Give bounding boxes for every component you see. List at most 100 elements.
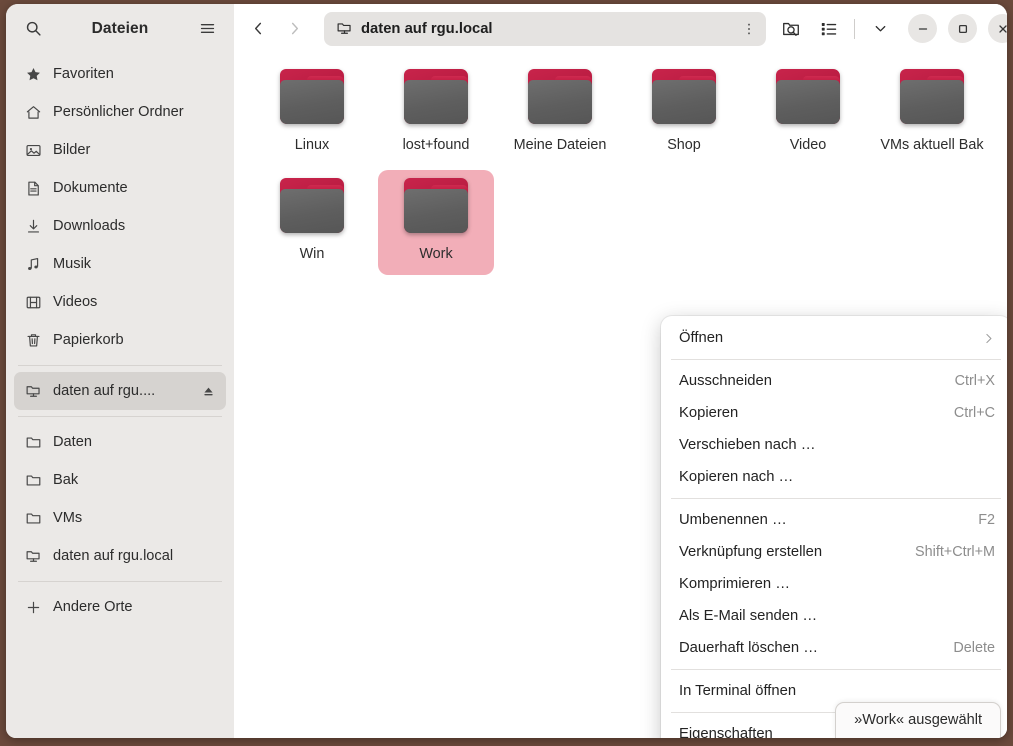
menu-item-label: Komprimieren … <box>679 576 791 592</box>
sidebar-item-dokumente[interactable]: Dokumente <box>14 169 226 207</box>
sidebar-item-label: daten auf rgu.local <box>53 548 174 564</box>
sidebar-item-bilder[interactable]: Bilder <box>14 131 226 169</box>
folder-icon <box>650 69 718 126</box>
menu-item-als-e-mail-senden[interactable]: Als E-Mail senden … <box>661 600 1007 632</box>
chevron-down-icon[interactable] <box>863 13 897 45</box>
path-bar-button[interactable]: daten auf rgu.local <box>324 11 766 46</box>
sidebar-item-vms[interactable]: VMs <box>14 499 226 537</box>
sidebar-item-andere-orte[interactable]: Andere Orte <box>14 588 226 626</box>
file-item[interactable]: Work <box>378 170 494 275</box>
sidebar-separator <box>18 581 222 582</box>
sidebar-item-label: Andere Orte <box>53 599 133 615</box>
file-item-label: lost+found <box>402 137 470 153</box>
close-button[interactable] <box>988 14 1007 43</box>
folder-icon <box>774 69 842 126</box>
file-item[interactable]: VMs aktuell Bak <box>874 61 990 166</box>
menu-item-accelerator: Delete <box>953 640 995 656</box>
folder-icon <box>24 433 42 451</box>
hamburger-menu-icon[interactable] <box>194 16 220 42</box>
folder-icon <box>402 69 470 126</box>
file-grid: Linux lost+found Meine Dateien Shop Video VMs… <box>254 61 1001 275</box>
file-item[interactable]: Shop <box>626 61 742 166</box>
menu-item-label: Kopieren nach … <box>679 469 794 485</box>
folder-icon <box>24 471 42 489</box>
sidebar-item-bak[interactable]: Bak <box>14 461 226 499</box>
menu-item-accelerator: Ctrl+C <box>953 405 995 421</box>
menu-item-label: In Terminal öffnen <box>679 683 797 699</box>
film-icon <box>24 293 42 311</box>
sidebar-header: Dateien <box>6 4 234 53</box>
folder-icon <box>278 178 346 235</box>
sidebar-item-pers-nlicher-ordner[interactable]: Persönlicher Ordner <box>14 93 226 131</box>
menu-item-accelerator: Shift+Ctrl+M <box>915 544 995 560</box>
sidebar-item-label: daten auf rgu.... <box>53 383 156 399</box>
menu-item-label: Dauerhaft löschen … <box>679 640 819 656</box>
content-area: daten auf rgu.local Linux lost+found Mei… <box>234 4 1007 738</box>
forward-button[interactable] <box>278 13 310 45</box>
folder-search-icon[interactable] <box>774 13 808 45</box>
sidebar-item-daten-auf-rgu-local[interactable]: daten auf rgu.local <box>14 537 226 575</box>
sidebar-item-videos[interactable]: Videos <box>14 283 226 321</box>
context-menu[interactable]: Öffnen Ausschneiden Ctrl+X Kopieren Ctrl+C Ve… <box>661 316 1007 738</box>
file-item[interactable]: Win <box>254 170 370 275</box>
document-icon <box>24 179 42 197</box>
menu-separator <box>671 669 1001 670</box>
folder-icon <box>24 509 42 527</box>
sidebar-place-list: Favoriten Persönlicher Ordner Bilder Dokume… <box>6 53 234 738</box>
menu-item-ausschneiden[interactable]: Ausschneiden Ctrl+X <box>661 365 1007 397</box>
sidebar-title: Dateien <box>91 19 149 37</box>
back-button[interactable] <box>242 13 274 45</box>
menu-item-verknüpfung-erstellen[interactable]: Verknüpfung erstellen Shift+Ctrl+M <box>661 536 1007 568</box>
minimize-button[interactable] <box>908 14 937 43</box>
menu-item-accelerator: F2 <box>978 512 995 528</box>
sidebar-item-daten[interactable]: Daten <box>14 423 226 461</box>
sidebar-item-label: Dokumente <box>53 180 128 196</box>
sidebar-item-label: Musik <box>53 256 92 272</box>
sidebar-item-label: Downloads <box>53 218 126 234</box>
menu-item-kopieren-nach[interactable]: Kopieren nach … <box>661 461 1007 493</box>
sidebar-item-daten-auf-rgu[interactable]: daten auf rgu.... <box>14 372 226 410</box>
menu-item-dauerhaft-löschen[interactable]: Dauerhaft löschen … Delete <box>661 632 1007 664</box>
sidebar-item-label: Daten <box>53 434 92 450</box>
sidebar-item-downloads[interactable]: Downloads <box>14 207 226 245</box>
menu-item-label: Kopieren <box>679 405 739 421</box>
desktop-background: Dateien Favoriten Persönlicher Ordner Bild… <box>0 0 1013 746</box>
menu-item-label: Ausschneiden <box>679 373 772 389</box>
sidebar-item-label: Papierkorb <box>53 332 124 348</box>
folder-icon <box>402 178 470 235</box>
file-item-label: Shop <box>667 137 701 153</box>
menu-item-umbenennen[interactable]: Umbenennen … F2 <box>661 504 1007 536</box>
menu-item-verschieben-nach[interactable]: Verschieben nach … <box>661 429 1007 461</box>
file-item[interactable]: Video <box>750 61 866 166</box>
header-bar: daten auf rgu.local <box>234 4 1007 53</box>
file-icon-area[interactable]: Linux lost+found Meine Dateien Shop Video VMs… <box>234 53 1007 738</box>
sidebar-separator <box>18 365 222 366</box>
sidebar-item-label: Persönlicher Ordner <box>53 104 184 120</box>
maximize-button[interactable] <box>948 14 977 43</box>
list-view-icon[interactable] <box>812 13 846 45</box>
file-item-label: Linux <box>294 137 330 153</box>
menu-item-label: Umbenennen … <box>679 512 787 528</box>
sidebar-item-label: Videos <box>53 294 98 310</box>
menu-item-accelerator: Ctrl+X <box>954 373 995 389</box>
file-item[interactable]: Meine Dateien <box>502 61 618 166</box>
vertical-dots-icon[interactable] <box>742 22 756 36</box>
home-icon <box>24 103 42 121</box>
network-folder-icon <box>336 20 353 37</box>
sidebar-item-favoriten[interactable]: Favoriten <box>14 55 226 93</box>
sidebar-separator <box>18 416 222 417</box>
menu-item-label: Verknüpfung erstellen <box>679 544 823 560</box>
menu-item-öffnen[interactable]: Öffnen <box>661 322 1007 354</box>
sidebar-item-musik[interactable]: Musik <box>14 245 226 283</box>
menu-item-kopieren[interactable]: Kopieren Ctrl+C <box>661 397 1007 429</box>
plus-icon <box>24 598 42 616</box>
file-item[interactable]: Linux <box>254 61 370 166</box>
sidebar-item-label: Bak <box>53 472 79 488</box>
file-item[interactable]: lost+found <box>378 61 494 166</box>
file-item-label: Video <box>789 137 827 153</box>
menu-item-komprimieren[interactable]: Komprimieren … <box>661 568 1007 600</box>
eject-icon[interactable] <box>200 385 216 398</box>
sidebar-item-papierkorb[interactable]: Papierkorb <box>14 321 226 359</box>
star-icon <box>24 65 42 83</box>
search-icon[interactable] <box>20 16 46 42</box>
